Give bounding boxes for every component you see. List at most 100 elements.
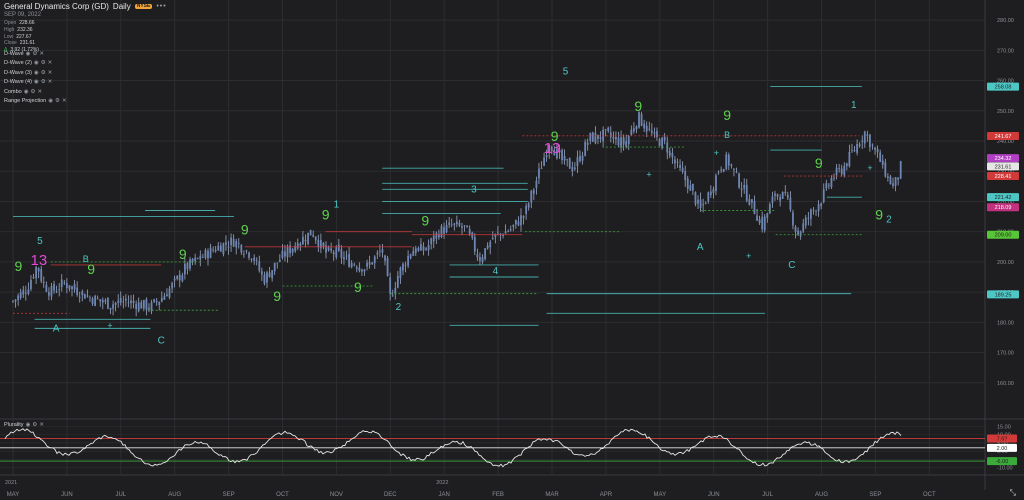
chart-canvas[interactable]: 280.00270.00260.00250.00240.00230.00220.… — [0, 0, 1024, 500]
candle-body — [484, 248, 486, 260]
time-axis-tick: SEP — [223, 492, 235, 498]
candle-body — [810, 209, 812, 219]
candle-body — [227, 246, 230, 248]
candle-body — [525, 205, 528, 215]
settings-gear-icon[interactable]: ⚙ — [41, 79, 46, 85]
candle-body — [532, 189, 535, 194]
interval-label[interactable]: Daily — [113, 2, 131, 11]
candle-body — [322, 242, 325, 247]
candle-body — [407, 255, 410, 266]
settings-gear-icon[interactable]: ⚙ — [32, 51, 37, 57]
settings-gear-icon[interactable]: ⚙ — [41, 70, 46, 76]
visibility-eye-icon[interactable]: ◉ — [48, 98, 53, 104]
remove-x-icon[interactable]: ✕ — [37, 89, 42, 95]
time-axis-tick: MAR — [545, 492, 559, 498]
settings-gear-icon[interactable]: ⚙ — [32, 422, 37, 428]
candle-body — [194, 257, 197, 261]
visibility-eye-icon[interactable]: ◉ — [26, 422, 31, 428]
osc-axis-tick: 15.00 — [997, 424, 1011, 430]
candle-body — [874, 147, 876, 150]
candle-body — [104, 300, 107, 302]
candle-body — [632, 128, 635, 132]
candle-body — [171, 283, 173, 289]
study-row[interactable]: Combo ◉ ⚙ ✕ — [4, 87, 67, 97]
candle-body — [65, 283, 68, 288]
candle-body — [768, 204, 771, 214]
time-axis-tick: APR — [600, 492, 613, 498]
candle-body — [204, 250, 207, 258]
remove-x-icon[interactable]: ✕ — [48, 60, 53, 66]
study-row[interactable]: D-Wave (3) ◉ ⚙ ✕ — [4, 68, 67, 78]
study-row[interactable]: Range Projection ◉ ⚙ ✕ — [4, 97, 67, 107]
candle-body — [258, 261, 261, 271]
candle-body — [561, 150, 563, 161]
visibility-eye-icon[interactable]: ◉ — [26, 51, 31, 57]
price-axis-tick: 200.00 — [997, 260, 1014, 266]
visibility-eye-icon[interactable]: ◉ — [34, 79, 39, 85]
study-row[interactable]: D-Wave (2) ◉ ⚙ ✕ — [4, 59, 67, 69]
visibility-eye-icon[interactable]: ◉ — [34, 70, 39, 76]
candle-body — [343, 257, 345, 260]
study-name[interactable]: Range Projection — [4, 98, 46, 104]
study-name[interactable]: D-Wave — [4, 51, 24, 57]
bar-date: SEP 09, 2022 — [4, 12, 41, 19]
study-name[interactable]: D-Wave (3) — [4, 70, 32, 76]
candle-body — [107, 297, 109, 309]
signal-marker: 9 — [273, 288, 281, 304]
time-axis-tick: AUG — [815, 492, 828, 498]
candle-body — [594, 133, 597, 144]
candle-body — [248, 252, 250, 258]
candle-body — [771, 196, 774, 204]
candle-body — [73, 284, 76, 290]
symbol-title[interactable]: General Dynamics Corp (GD) — [4, 2, 109, 11]
visibility-eye-icon[interactable]: ◉ — [24, 89, 29, 95]
candle-body — [784, 191, 787, 193]
settings-gear-icon[interactable]: ⚙ — [55, 98, 60, 104]
price-axis-tick: 160.00 — [997, 381, 1014, 387]
study-name[interactable]: D-Wave (2) — [4, 60, 32, 66]
candle-body — [579, 155, 581, 162]
candle-body — [704, 203, 707, 205]
remove-x-icon[interactable]: ✕ — [39, 51, 44, 57]
candle-body — [214, 250, 217, 252]
candle-body — [45, 284, 48, 292]
more-options-icon[interactable]: ••• — [156, 3, 166, 11]
remove-x-icon[interactable]: ✕ — [48, 70, 53, 76]
candle-body — [119, 297, 122, 303]
settings-gear-icon[interactable]: ⚙ — [31, 89, 36, 95]
time-axis-tick: MAY — [654, 492, 667, 498]
study-name[interactable]: Combo — [4, 89, 22, 95]
low-label: Low — [4, 33, 14, 40]
signal-marker: 9 — [634, 98, 642, 114]
visibility-eye-icon[interactable]: ◉ — [34, 60, 39, 66]
candle-body — [17, 295, 20, 301]
study-row[interactable]: D-Wave ◉ ⚙ ✕ — [4, 49, 67, 59]
lower-panel-legend[interactable]: Plurality ◉ ⚙ ✕ — [4, 422, 44, 428]
candle-body — [491, 237, 494, 240]
candle-body — [384, 255, 386, 261]
symbol-title-row[interactable]: General Dynamics Corp (GD) Daily NYSE ••… — [4, 2, 167, 11]
remove-x-icon[interactable]: ✕ — [48, 79, 53, 85]
candle-body — [386, 257, 389, 277]
study-name[interactable]: D-Wave (4) — [4, 79, 32, 85]
study-row[interactable]: D-Wave (4) ◉ ⚙ ✕ — [4, 78, 67, 88]
candle-body — [99, 299, 102, 302]
osc-level-label: 7.6? — [997, 437, 1008, 443]
candle-body — [509, 229, 512, 231]
signal-marker: 5 — [37, 236, 43, 247]
zoom-reset-icon[interactable]: ⤡ — [1010, 488, 1016, 498]
candle-body — [691, 183, 694, 191]
signal-marker: 5 — [563, 67, 569, 78]
remove-x-icon[interactable]: ✕ — [62, 98, 67, 104]
lower-panel-title[interactable]: Plurality — [4, 422, 24, 428]
remove-x-icon[interactable]: ✕ — [39, 422, 44, 428]
candle-body — [609, 132, 612, 138]
candle-body — [635, 126, 638, 130]
candle-body — [676, 161, 679, 163]
candle-body — [14, 299, 17, 302]
candle-body — [30, 280, 32, 290]
settings-gear-icon[interactable]: ⚙ — [41, 60, 46, 66]
price-axis-tick: 280.00 — [997, 18, 1014, 24]
time-axis-tick: JUL — [762, 492, 773, 498]
candle-body — [658, 139, 661, 146]
